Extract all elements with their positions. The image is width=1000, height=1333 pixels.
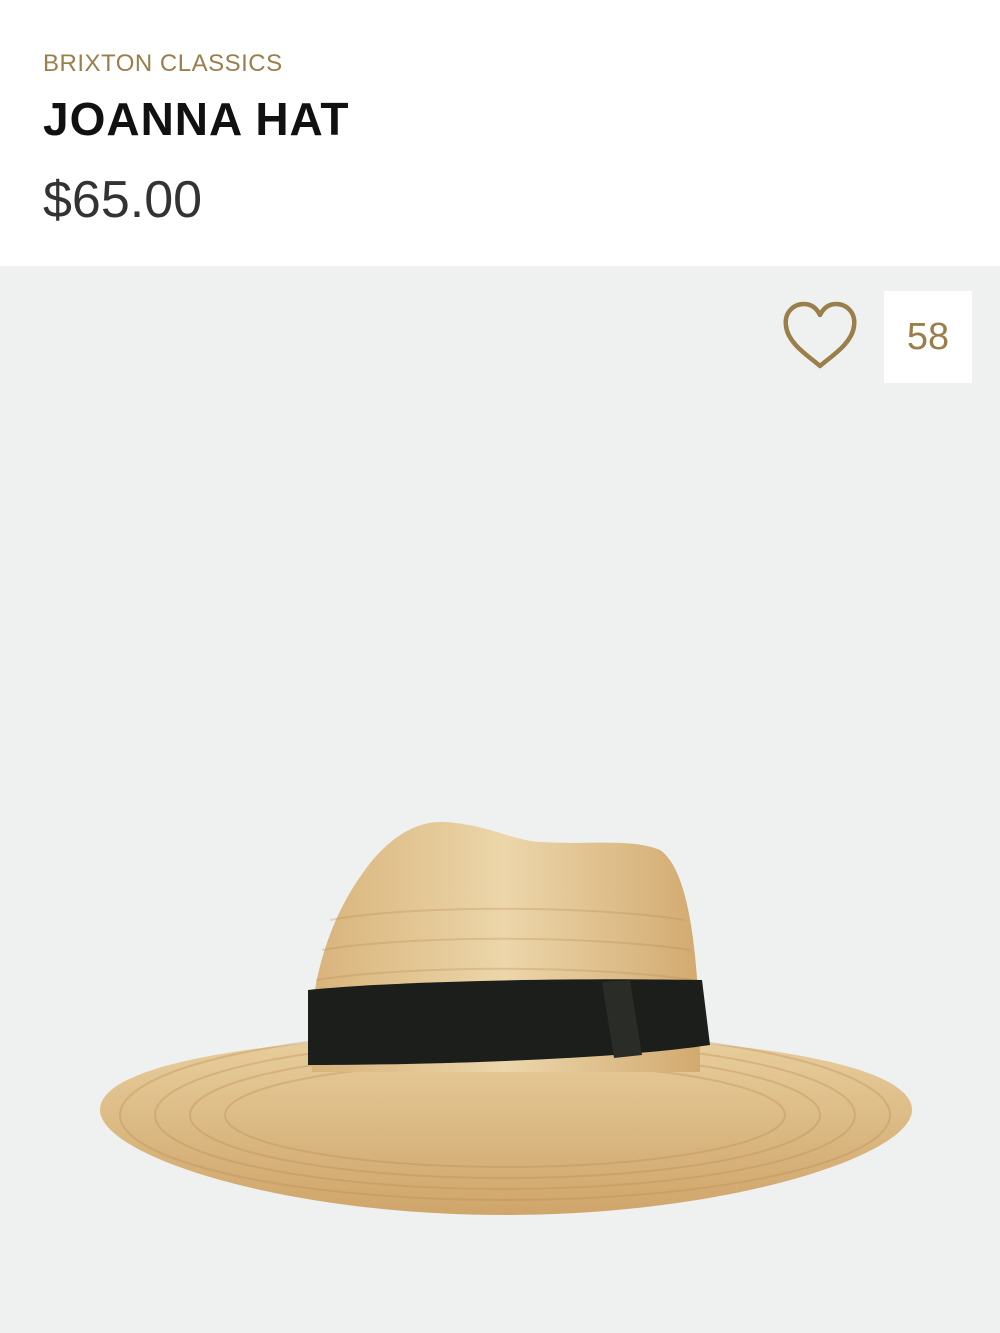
heart-outline-icon: [783, 301, 857, 369]
favorite-button[interactable]: [778, 298, 862, 374]
product-header: BRIXTON CLASSICS JOANNA HAT $65.00: [0, 0, 1000, 266]
product-title: JOANNA HAT: [43, 93, 350, 145]
favorite-count: 58: [884, 291, 972, 383]
brand-label[interactable]: BRIXTON CLASSICS: [43, 50, 283, 78]
product-price: $65.00: [43, 171, 203, 229]
product-image-hat: [100, 821, 912, 1215]
